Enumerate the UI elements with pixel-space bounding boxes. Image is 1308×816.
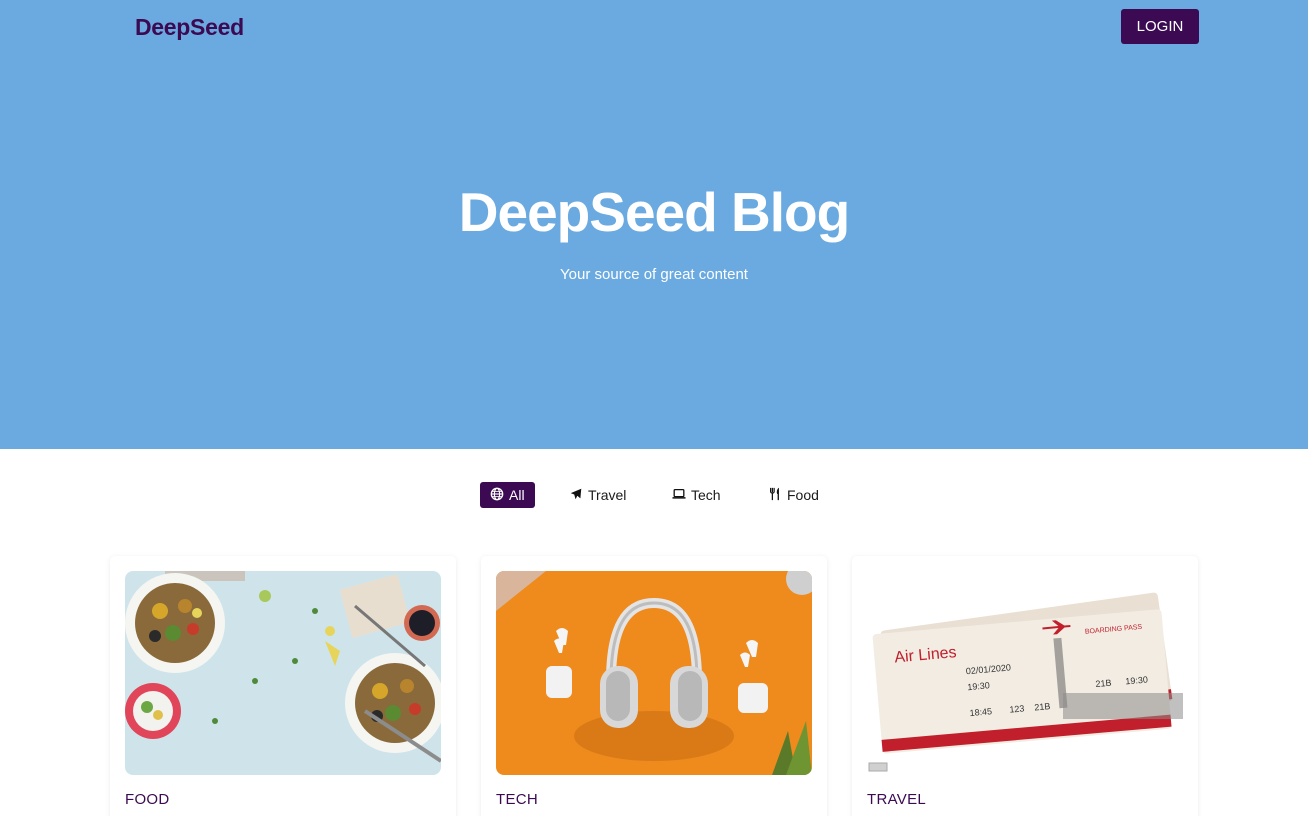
- filter-food[interactable]: Food: [768, 482, 819, 508]
- food-photo[interactable]: [125, 571, 441, 775]
- filter-label: Food: [787, 487, 819, 503]
- card-category[interactable]: TRAVEL: [867, 791, 926, 808]
- hero-section: DeepSeed LOGIN DeepSeed Blog Your source…: [0, 0, 1308, 449]
- laptop-icon: [672, 487, 686, 504]
- headphones-photo[interactable]: [496, 571, 812, 775]
- filter-all[interactable]: All: [480, 482, 535, 508]
- filter-label: Travel: [588, 487, 627, 503]
- card-category[interactable]: FOOD: [125, 791, 170, 808]
- airplane-icon: [569, 487, 583, 504]
- svg-text:21B: 21B: [1034, 701, 1051, 712]
- hero-title: DeepSeed Blog: [458, 181, 850, 243]
- filter-label: All: [509, 487, 525, 503]
- post-card-tech[interactable]: TECH: [481, 556, 827, 816]
- filter-travel[interactable]: Travel: [569, 482, 626, 508]
- boarding-pass-photo[interactable]: Air Lines Air Lines BOARDING PASS 02/01/…: [867, 571, 1183, 775]
- filter-tech[interactable]: Tech: [672, 482, 721, 508]
- svg-text:18:45: 18:45: [969, 706, 992, 718]
- svg-text:19:30: 19:30: [967, 680, 990, 692]
- category-filters: All Travel Tech Food: [0, 482, 1308, 508]
- post-card-travel[interactable]: Air Lines Air Lines BOARDING PASS 02/01/…: [852, 556, 1198, 816]
- post-card-food[interactable]: FOOD: [110, 556, 456, 816]
- utensils-icon: [768, 487, 782, 504]
- globe-icon: [490, 487, 504, 504]
- svg-text:19:30: 19:30: [1125, 674, 1148, 686]
- hero-subtitle: Your source of great content: [560, 266, 748, 283]
- brand-logo[interactable]: DeepSeed: [135, 14, 244, 41]
- login-button[interactable]: LOGIN: [1121, 9, 1199, 44]
- svg-text:123: 123: [1009, 703, 1025, 714]
- filter-label: Tech: [691, 487, 721, 503]
- svg-text:21B: 21B: [1095, 678, 1112, 689]
- card-category[interactable]: TECH: [496, 791, 538, 808]
